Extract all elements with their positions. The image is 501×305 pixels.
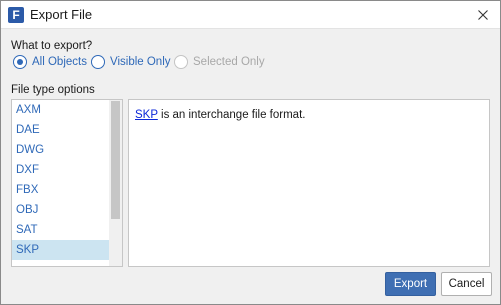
export-scope-label: What to export? xyxy=(11,40,93,52)
close-button[interactable] xyxy=(466,1,500,28)
file-type-options-label: File type options xyxy=(11,84,95,96)
close-icon xyxy=(478,10,488,20)
radio-label-visible-only[interactable]: Visible Only xyxy=(110,55,171,69)
list-item-sat[interactable]: SAT xyxy=(12,220,109,240)
radio-button-checked[interactable] xyxy=(13,55,27,69)
list-item-dae[interactable]: DAE xyxy=(12,120,109,140)
title-bar[interactable]: F Export File xyxy=(1,1,500,29)
window-title: Export File xyxy=(30,7,93,22)
radio-button-disabled xyxy=(174,55,188,69)
list-item-fbx[interactable]: FBX xyxy=(12,180,109,200)
format-link[interactable]: SKP xyxy=(135,109,158,121)
radio-label-all-objects[interactable]: All Objects xyxy=(32,55,87,69)
format-description-text: is an interchange file format. xyxy=(157,109,306,121)
radio-button-unchecked[interactable] xyxy=(91,55,105,69)
list-scrollbar[interactable] xyxy=(109,100,122,266)
export-button[interactable]: Export xyxy=(385,272,436,296)
list-item-dwg[interactable]: DWG xyxy=(12,140,109,160)
list-item-obj[interactable]: OBJ xyxy=(12,200,109,220)
radio-label-selected-only: Selected Only xyxy=(193,56,265,68)
app-logo-letter: F xyxy=(12,8,20,22)
scrollbar-thumb[interactable] xyxy=(111,101,120,219)
format-description: SKP is an interchange file format. xyxy=(135,108,305,122)
app-logo-icon: F xyxy=(8,7,24,23)
file-type-list[interactable]: AXM DAE DWG DXF FBX OBJ SAT SKP xyxy=(11,99,123,267)
list-item-skp[interactable]: SKP xyxy=(12,240,109,260)
format-description-panel: SKP is an interchange file format. xyxy=(128,99,490,267)
export-file-dialog: F Export File What to export? All Object… xyxy=(0,0,501,305)
list-item-axm[interactable]: AXM xyxy=(12,100,109,120)
cancel-button[interactable]: Cancel xyxy=(441,272,492,296)
list-item-dxf[interactable]: DXF xyxy=(12,160,109,180)
